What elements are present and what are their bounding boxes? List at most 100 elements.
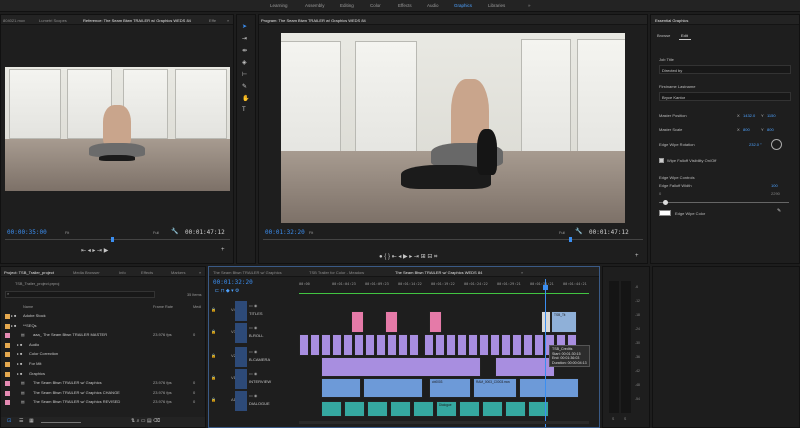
project-item-name[interactable]: aaa_ The Seam Btwn TRAILER MASTER <box>33 332 107 337</box>
lock-icon[interactable]: 🔒 <box>211 329 216 334</box>
razor-tool-icon[interactable]: ◈ <box>242 59 247 66</box>
project-item-name[interactable]: The Seam Btwn TRAILER w/ Graphics CHANGE <box>33 390 120 395</box>
dialogue-clip[interactable] <box>344 401 365 417</box>
track-select-tool-icon[interactable]: ⇥ <box>242 35 247 42</box>
eg-master-position-x[interactable]: 1432.0 <box>743 113 755 118</box>
label-color-swatch[interactable] <box>5 352 10 358</box>
list-view-icon[interactable]: ☰ <box>19 418 23 424</box>
edge-falloff-slider-handle[interactable] <box>663 200 668 205</box>
tab-effects[interactable]: Effects <box>141 270 153 275</box>
dialogue-clip[interactable] <box>321 401 342 417</box>
track-toggle-icons[interactable]: ▭ ◉ <box>249 303 257 308</box>
label-color-swatch[interactable] <box>5 400 10 406</box>
b-roll-clip[interactable] <box>446 334 456 356</box>
workspace-audio[interactable]: Audio <box>427 3 439 8</box>
b-roll-clip[interactable] <box>321 334 331 356</box>
tab-project[interactable]: Project: TSB_Trailer_project <box>4 270 54 275</box>
col-frame-rate-header[interactable]: Frame Rate <box>153 305 173 309</box>
label-color-swatch[interactable] <box>5 362 10 367</box>
meter-solo-left[interactable]: S <box>612 417 614 421</box>
project-item-name[interactable]: Graphics <box>29 371 45 376</box>
workspace-learning[interactable]: Learning <box>270 3 288 8</box>
pen-tool-icon[interactable]: ✎ <box>242 83 247 90</box>
tab-effects-control[interactable]: Effe <box>209 18 216 23</box>
label-color-swatch[interactable] <box>5 314 10 319</box>
workspace-editing[interactable]: Editing <box>340 3 354 8</box>
b-roll-clip[interactable] <box>490 334 500 356</box>
meter-solo-right[interactable]: S <box>624 417 626 421</box>
reference-playhead[interactable] <box>111 237 114 242</box>
track-toggle-icons[interactable]: ▭ ◉ <box>249 325 257 330</box>
add-button-icon[interactable]: + <box>221 247 225 253</box>
dialogue-clip[interactable] <box>505 401 526 417</box>
b-roll-clip[interactable] <box>387 334 397 356</box>
workspace-graphics[interactable]: Graphics <box>454 3 472 8</box>
project-item-name[interactable]: Color Correction <box>29 351 58 356</box>
b-roll-clip[interactable] <box>468 334 478 356</box>
slip-tool-icon[interactable]: ⊢ <box>242 71 247 78</box>
interview-clip[interactable]: cb0003 <box>429 378 471 398</box>
tab-program[interactable]: Program: The Seam Btwn TRAILER w/ Graphi… <box>261 18 366 23</box>
program-add-button-icon[interactable]: + <box>635 253 639 259</box>
eg-job-title-field[interactable]: Directed by <box>659 65 791 74</box>
zoom-slider[interactable] <box>41 422 81 423</box>
label-color-swatch[interactable] <box>5 323 10 329</box>
wipe-falloff-checkbox[interactable] <box>659 158 664 163</box>
project-item-name[interactable]: For Mit <box>29 361 41 366</box>
eg-edge-wipe-rotation-value[interactable]: 232.0 ° <box>749 142 762 147</box>
lock-icon[interactable]: 🔒 <box>211 307 216 312</box>
tab-markers[interactable]: Markers <box>171 270 185 275</box>
eg-tab-browse[interactable]: Browse <box>657 33 670 38</box>
title-clip-selected[interactable] <box>541 311 551 333</box>
tab-lumetri-scopes[interactable]: Lumetri Scopes <box>39 18 67 23</box>
project-item-name[interactable]: **SEQs <box>23 323 37 328</box>
reference-full-select[interactable]: Full <box>153 231 159 235</box>
track-target-toggle[interactable] <box>235 323 247 343</box>
col-name-header[interactable]: Name <box>23 305 33 309</box>
tab-info[interactable]: Info <box>119 270 126 275</box>
rotation-dial[interactable] <box>771 139 782 150</box>
label-color-swatch[interactable] <box>5 390 10 396</box>
type-tool-icon[interactable]: T <box>242 107 246 113</box>
b-roll-clip[interactable] <box>512 334 522 356</box>
timeline-timecode[interactable]: 00:01:32:20 <box>213 279 253 286</box>
b-roll-clip[interactable] <box>534 334 544 356</box>
project-tools-icons[interactable]: ⇅ ⌕ ▭ ▤ ⌫ <box>131 418 160 424</box>
dialogue-clip[interactable] <box>413 401 434 417</box>
selection-tool-icon[interactable]: ➤ <box>242 23 247 30</box>
program-scrubber[interactable] <box>263 239 643 240</box>
eg-master-scale-y[interactable]: 800 <box>767 127 774 132</box>
hand-tool-icon[interactable]: ✋ <box>242 95 249 102</box>
b-roll-clip[interactable] <box>365 334 375 356</box>
project-item-name[interactable]: The Seam Btwn TRAILER w/ Graphics <box>33 380 102 385</box>
eg-tab-edit[interactable]: Edit <box>681 33 688 38</box>
track-target-toggle[interactable] <box>235 301 247 321</box>
dialogue-clip[interactable] <box>390 401 411 417</box>
track-toggle-icons[interactable]: ▭ ◉ <box>249 371 257 376</box>
program-full-select[interactable]: Full <box>559 231 565 235</box>
project-item-name[interactable]: Audio <box>29 342 39 347</box>
project-item-name[interactable]: The Seam Btwn TRAILER w/ Graphics REVISE… <box>33 399 120 404</box>
interview-clip[interactable] <box>363 378 423 398</box>
track-label[interactable]: B-CAMERA <box>249 357 270 362</box>
program-transport-controls[interactable]: ● { } ⇤ ◂ ▶ ▸ ⇥ ⊞ ⊟ ⌗ <box>379 253 437 261</box>
timeline-horizontal-scrollbar[interactable] <box>299 421 589 424</box>
eyedropper-icon[interactable]: ✎ <box>777 208 781 214</box>
b-roll-clip[interactable] <box>523 334 533 356</box>
eg-name-field[interactable]: Bryce Kantor <box>659 92 791 101</box>
interview-clip[interactable]: RAM_0003_C0003.mov <box>473 378 517 398</box>
wrench-icon[interactable]: 🔧 <box>171 228 178 235</box>
tab-source-clip[interactable]: 804021.mov <box>3 18 25 23</box>
tab-media-browser[interactable]: Media Browser <box>73 270 100 275</box>
program-playhead[interactable] <box>569 237 572 242</box>
reference-scrubber[interactable] <box>5 239 230 240</box>
edge-wipe-color-swatch[interactable] <box>659 210 671 216</box>
track-target-toggle[interactable] <box>235 369 247 389</box>
dialogue-clip[interactable] <box>459 401 480 417</box>
lock-icon[interactable]: 🔒 <box>211 375 216 380</box>
interview-clip[interactable] <box>321 378 361 398</box>
title-clip[interactable] <box>385 311 398 333</box>
timeline-playhead[interactable] <box>545 279 546 427</box>
workspace-assembly[interactable]: Assembly <box>305 3 325 8</box>
credits-clip[interactable]: TSB_Tit <box>551 311 577 333</box>
